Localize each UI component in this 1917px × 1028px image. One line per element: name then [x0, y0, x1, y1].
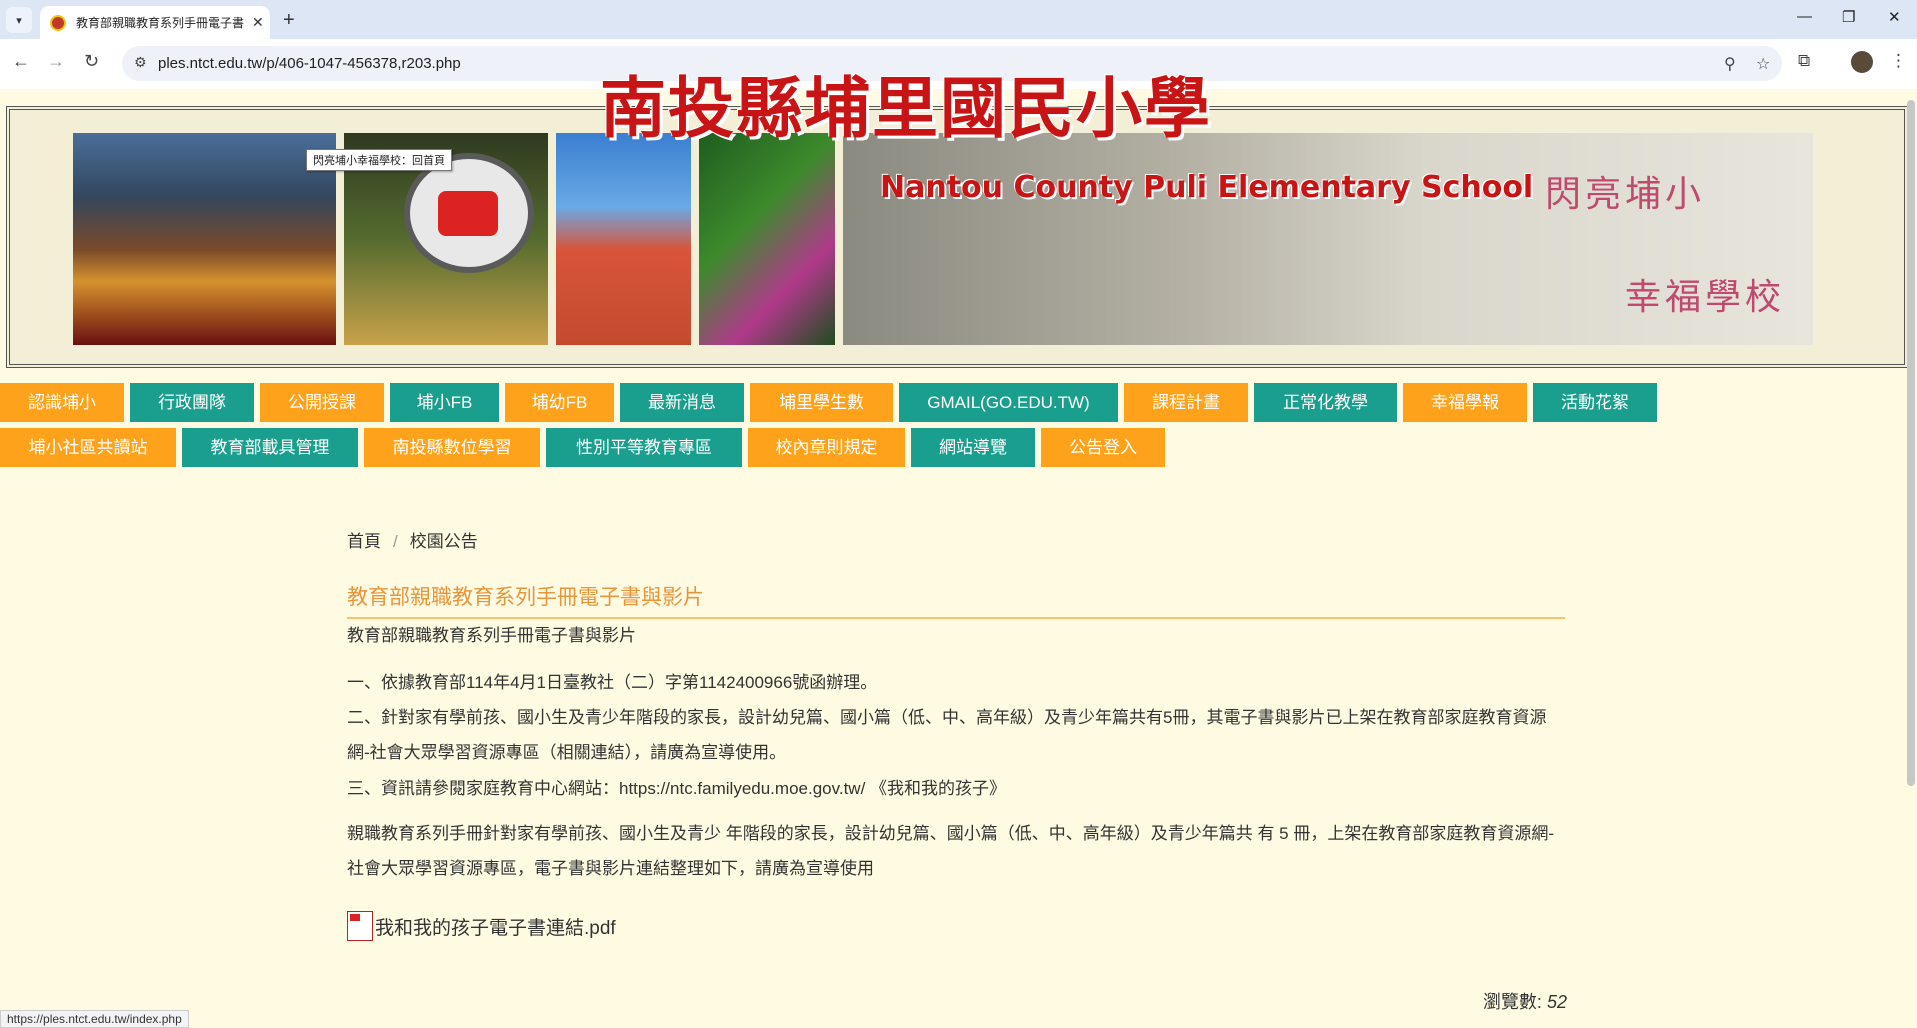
article-title: 教育部親職教育系列手冊電子書與影片 [347, 586, 704, 609]
menu-item[interactable]: 最新消息 [620, 383, 744, 422]
menu-item[interactable]: 公開授課 [260, 383, 384, 422]
school-logo-icon [404, 153, 535, 273]
article-summary: 親職教育系列手冊針對家有學前孩、國小生及青少 年階段的家長，設計幼兒篇、國小篇（… [347, 824, 1555, 878]
menu-item[interactable]: 課程計畫 [1124, 383, 1248, 422]
menu-item[interactable]: 網站導覽 [911, 428, 1035, 467]
menu-item[interactable]: 校內章則規定 [748, 428, 905, 467]
zoom-icon[interactable]: ⚲ [1724, 54, 1736, 74]
new-tab-button[interactable]: + [283, 7, 295, 33]
menu-item[interactable]: 認識埔小 [0, 383, 124, 422]
menu-item[interactable]: 埔小FB [390, 383, 499, 422]
site-favicon-icon [50, 14, 66, 31]
views-label: 瀏覽數: [1482, 992, 1542, 1012]
menu-item[interactable]: 公告登入 [1041, 428, 1165, 467]
motto-line-2: 幸福學校 [1625, 277, 1786, 318]
attachment-name[interactable]: 我和我的孩子電子書連結.pdf [375, 913, 616, 940]
menu-item[interactable]: 行政團隊 [130, 383, 254, 422]
school-name-en: Nantou County Puli Elementary School [880, 170, 1534, 205]
main-menu: 認識埔小 行政團隊 公開授課 埔小FB 埔幼FB 最新消息 埔里學生數 GMAIL(GO.ED… [0, 383, 1830, 473]
menu-item[interactable]: 性別平等教育專區 [546, 428, 742, 467]
article-item-2: 二、針對家有學前孩、國小生及青少年階段的家長，設計幼兒篇、國小篇（低、中、高年級… [347, 708, 1547, 762]
page-scrollbar[interactable] [1907, 100, 1915, 786]
site-info-icon[interactable]: ⚙ [134, 54, 147, 71]
menu-item[interactable]: 正常化教學 [1254, 383, 1397, 422]
browser-tabstrip: ▾ 教育部親職教育系列手冊電子書 ✕ + — ❐ ✕ [0, 0, 1917, 39]
article-item-3: 三、資訊請參閱家庭教育中心網站：https://ntc.familyedu.mo… [347, 779, 1007, 798]
restore-icon[interactable]: ❐ [1842, 8, 1855, 26]
home-tooltip: 閃亮埔小幸福學校：回首頁 [306, 149, 452, 171]
pdf-file-icon [347, 911, 373, 941]
status-bar-url: https://ples.ntct.edu.tw/index.php [0, 1010, 189, 1028]
back-icon[interactable]: ← [12, 51, 30, 72]
profile-avatar[interactable] [1851, 51, 1873, 73]
menu-item[interactable]: 埔幼FB [505, 383, 614, 422]
menu-item[interactable]: 幸福學報 [1403, 383, 1527, 422]
reload-icon[interactable]: ↻ [84, 51, 99, 72]
breadcrumb-current[interactable]: 校園公告 [410, 532, 478, 551]
article-item-1: 一、依據教育部114年4月1日臺教社（二）字第1142400966號函辦理。 [347, 673, 878, 692]
url-text[interactable]: ples.ntct.edu.tw/p/406-1047-456378,r203.… [158, 55, 461, 72]
forward-icon[interactable]: → [47, 51, 65, 72]
browser-tab[interactable]: 教育部親職教育系列手冊電子書 ✕ [40, 6, 270, 39]
banner-photo-track [555, 133, 692, 345]
bookmark-star-icon[interactable]: ☆ [1756, 54, 1770, 74]
breadcrumb-home-link[interactable]: 首頁 [347, 532, 381, 551]
motto-line-1: 閃亮埔小 [1545, 174, 1706, 215]
close-window-icon[interactable]: ✕ [1888, 8, 1901, 26]
attachment-link[interactable]: 我和我的孩子電子書連結.pdf [347, 911, 616, 941]
views-count: 52 [1546, 992, 1567, 1012]
menu-item[interactable]: GMAIL(GO.EDU.TW) [899, 383, 1118, 422]
school-name-zh: 南投縣埔里國民小學 [600, 69, 1212, 147]
extensions-icon[interactable]: ⧉ [1798, 51, 1810, 71]
banner-photo-school-gate [73, 133, 337, 345]
tab-title: 教育部親職教育系列手冊電子書 [76, 16, 245, 30]
tab-search-button[interactable]: ▾ [6, 7, 32, 33]
menu-item[interactable]: 埔小社區共讀站 [0, 428, 176, 467]
close-tab-icon[interactable]: ✕ [252, 14, 264, 31]
menu-kebab-icon[interactable]: ⋮ [1890, 51, 1907, 71]
menu-item[interactable]: 活動花絮 [1533, 383, 1657, 422]
menu-item[interactable]: 南投縣數位學習 [364, 428, 540, 467]
breadcrumb: 首頁 / 校園公告 [347, 527, 478, 552]
menu-item[interactable]: 教育部載具管理 [182, 428, 358, 467]
banner-photo-flowers [699, 133, 835, 345]
minimize-icon[interactable]: — [1797, 8, 1812, 25]
view-counter: 瀏覽數: 52 [1483, 988, 1567, 1014]
menu-item[interactable]: 埔里學生數 [750, 383, 893, 422]
article-subtitle: 教育部親職教育系列手冊電子書與影片 [347, 626, 636, 645]
breadcrumb-separator: / [393, 532, 398, 551]
